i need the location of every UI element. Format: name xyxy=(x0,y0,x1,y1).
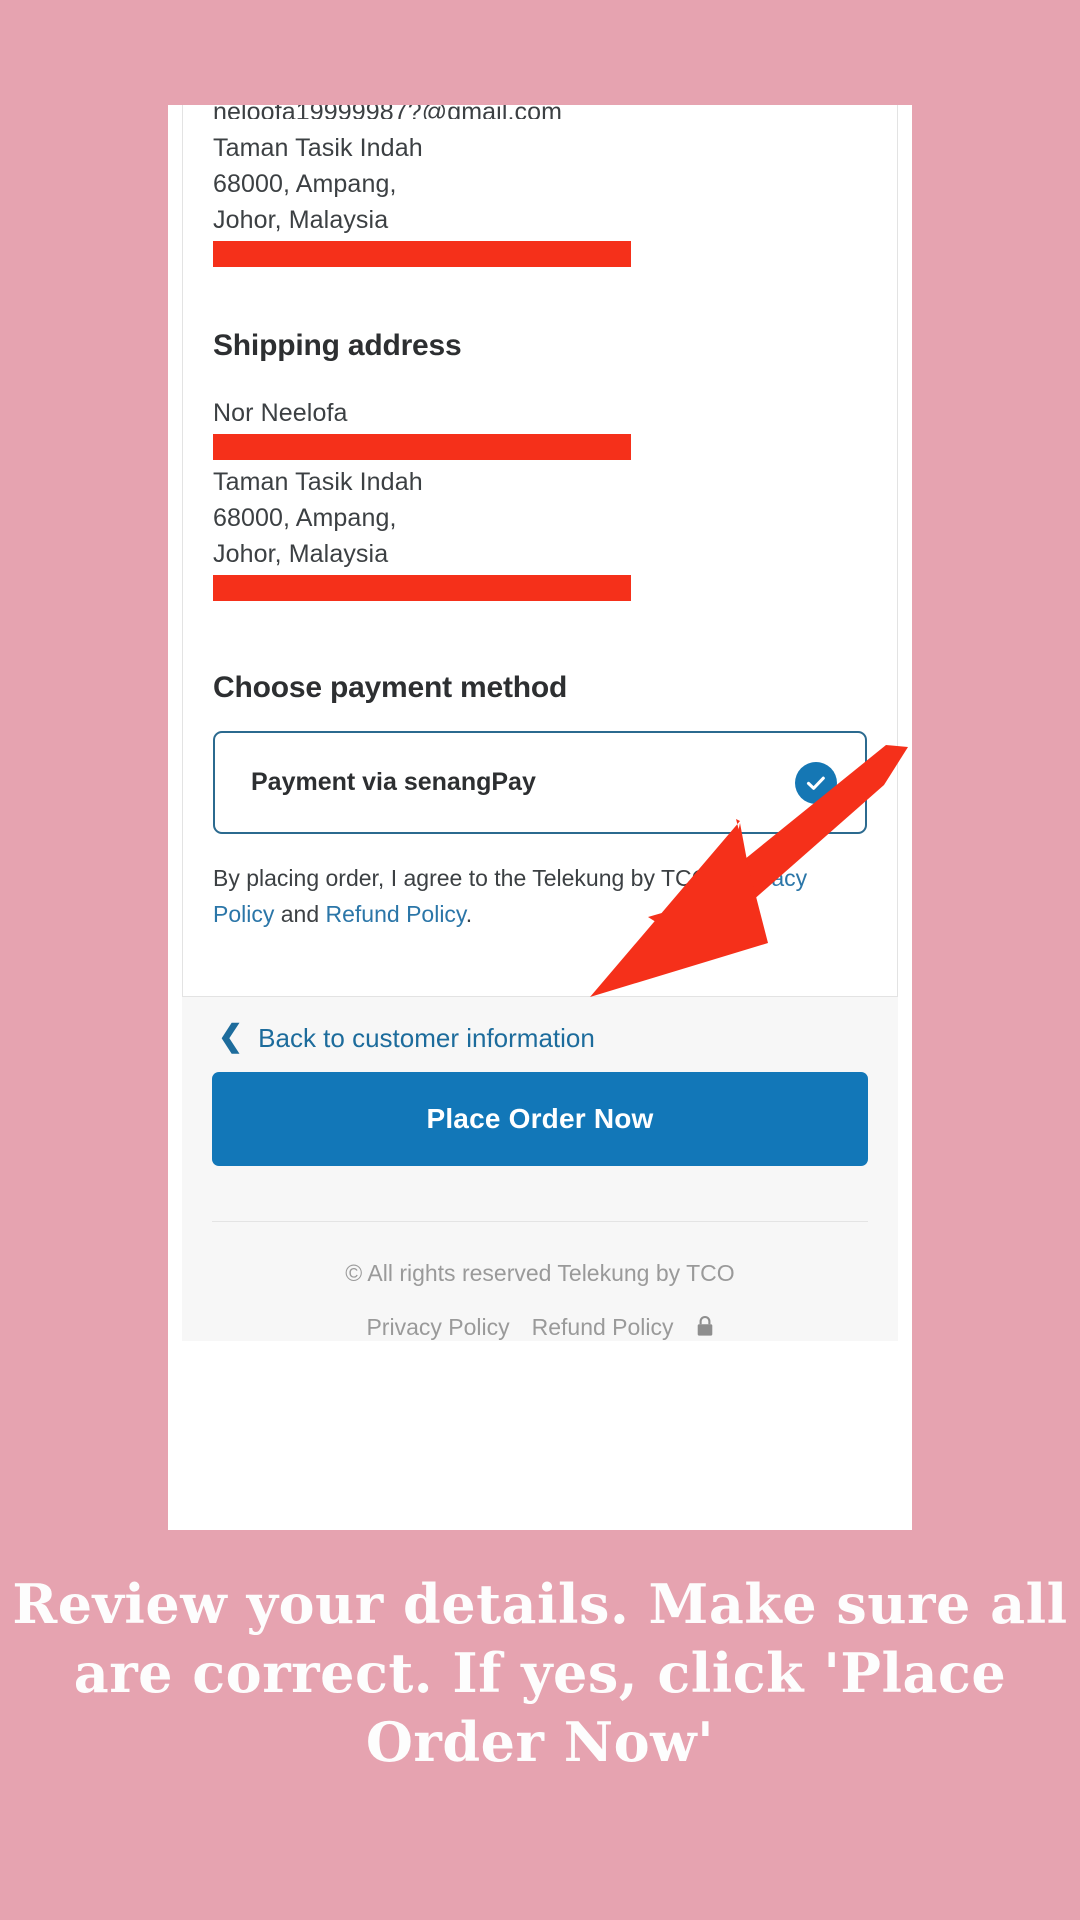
phone-screenshot: neloofa19999987?@gmail.com Taman Tasik I… xyxy=(168,105,912,1530)
agreement-suffix: . xyxy=(465,901,473,927)
customer-email: neloofa19999987?@gmail.com xyxy=(213,105,563,119)
redaction-bar-customer-phone xyxy=(213,241,631,267)
customer-address-line-1: Taman Tasik Indah xyxy=(213,134,423,162)
footer-copyright: © All rights reserved Telekung by TCO xyxy=(345,1260,735,1286)
footer: © All rights reserved Telekung by TCO Pr… xyxy=(212,1222,868,1341)
redaction-bar-shipping-phone xyxy=(213,575,631,601)
payment-method-heading: Choose payment method xyxy=(213,671,568,704)
agreement-middle: and xyxy=(274,901,326,927)
shipping-address-block: Nor Neelofa Taman Tasik Indah 68000, Amp… xyxy=(213,395,867,601)
shipping-recipient-name: Nor Neelofa xyxy=(213,399,348,427)
back-to-customer-information-link[interactable]: ❮ Back to customer information xyxy=(212,997,868,1072)
payment-option-label: Payment via senangPay xyxy=(251,768,536,796)
footer-links: Privacy Policy Refund Policy xyxy=(212,1313,868,1341)
lock-icon xyxy=(696,1315,714,1343)
chevron-left-icon: ❮ xyxy=(218,1019,244,1053)
instruction-caption: Review your details. Make sure all are c… xyxy=(12,1572,1068,1774)
footer-privacy-policy-link[interactable]: Privacy Policy xyxy=(366,1314,509,1341)
checkout-panel: neloofa19999987?@gmail.com Taman Tasik I… xyxy=(182,105,898,997)
back-link-label: Back to customer information xyxy=(258,1023,595,1053)
action-area: ❮ Back to customer information Place Ord… xyxy=(182,997,898,1341)
customer-address-line-2: 68000, Ampang, xyxy=(213,170,397,198)
shipping-address-line-2: 68000, Ampang, xyxy=(213,504,397,532)
payment-option-senangpay[interactable]: Payment via senangPay xyxy=(213,731,867,834)
check-circle-icon xyxy=(795,761,837,804)
agreement-text: By placing order, I agree to the Telekun… xyxy=(213,860,867,932)
redaction-bar-shipping-street xyxy=(213,434,631,460)
customer-address-line-3: Johor, Malaysia xyxy=(213,206,389,234)
place-order-button[interactable]: Place Order Now xyxy=(212,1072,868,1166)
footer-refund-policy-link[interactable]: Refund Policy xyxy=(532,1314,674,1341)
refund-policy-link-inline[interactable]: Refund Policy xyxy=(326,901,466,927)
shipping-address-line-1: Taman Tasik Indah xyxy=(213,468,423,496)
agreement-prefix: By placing order, I agree to the Telekun… xyxy=(213,865,732,891)
shipping-address-heading: Shipping address xyxy=(213,329,462,362)
customer-info-block: neloofa19999987?@gmail.com Taman Tasik I… xyxy=(213,105,867,267)
shipping-address-line-3: Johor, Malaysia xyxy=(213,540,389,568)
